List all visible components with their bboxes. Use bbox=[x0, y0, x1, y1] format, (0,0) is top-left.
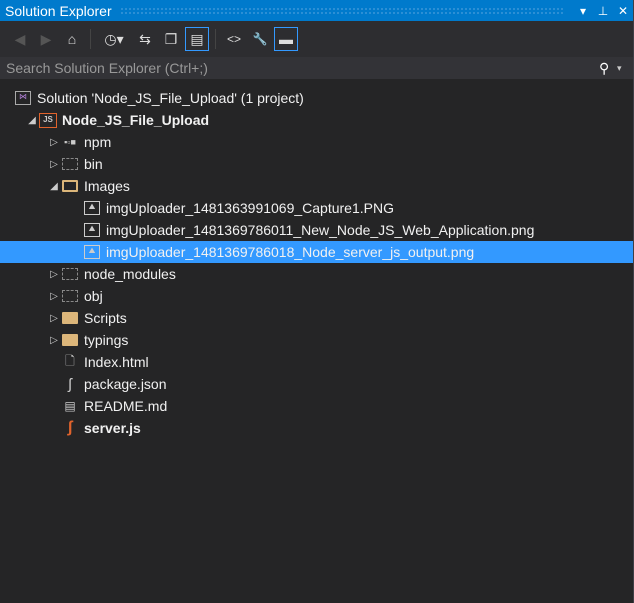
tree-item[interactable]: ▷ bin bbox=[0, 153, 633, 175]
tree-item-label: Images bbox=[84, 178, 130, 194]
home-button[interactable]: ⌂ bbox=[60, 27, 84, 51]
sync-with-document-button[interactable]: ⇆ bbox=[133, 27, 157, 51]
window-position-dropdown-icon[interactable]: ▾ bbox=[573, 4, 593, 18]
properties-button[interactable]: 🔧 bbox=[248, 27, 272, 51]
show-all-files-button[interactable]: ▤ bbox=[185, 27, 209, 51]
tree-item[interactable]: ⛰ imgUploader_1481363991069_Capture1.PNG bbox=[0, 197, 633, 219]
tree-item-label: typings bbox=[84, 332, 129, 348]
tree-item-label: Scripts bbox=[84, 310, 127, 326]
search-box[interactable]: Search Solution Explorer (Ctrl+;) ⚲ ▾ bbox=[0, 57, 633, 79]
tree-item[interactable]: ▷ ▪▫■ npm bbox=[0, 131, 633, 153]
tree-item-label: README.md bbox=[84, 398, 168, 414]
pending-changes-filter-button[interactable]: ◷▾ bbox=[97, 27, 131, 51]
tree-item[interactable]: ◢ JS Node_JS_File_Upload bbox=[0, 109, 633, 131]
tree-item-label: server.js bbox=[84, 420, 141, 436]
solution-icon: ⋈ bbox=[14, 90, 32, 106]
tree-item[interactable]: ⛰ imgUploader_1481369786011_New_Node_JS_W… bbox=[0, 219, 633, 241]
js-file-icon: ʃ bbox=[67, 419, 73, 436]
folder-icon bbox=[61, 310, 79, 326]
tree-item-label: node_modules bbox=[84, 266, 176, 282]
image-file-icon: ⛰ bbox=[83, 244, 101, 260]
tree-item[interactable]: ▤ README.md bbox=[0, 395, 633, 417]
panel-title: Solution Explorer bbox=[5, 2, 112, 19]
search-icon[interactable]: ⚲ bbox=[599, 60, 617, 77]
tree-item-label: imgUploader_1481369786011_New_Node_JS_We… bbox=[106, 222, 535, 238]
tree-item[interactable]: ▷ typings bbox=[0, 329, 633, 351]
toolbar: ◀ ▶ ⌂ ◷▾ ⇆ ❐ ▤ <> 🔧 ▬ bbox=[0, 21, 633, 57]
tree-item-label: Node_JS_File_Upload bbox=[62, 112, 210, 128]
pin-icon[interactable]: ⊥ bbox=[593, 4, 613, 18]
tree-item[interactable]: ◢ Images bbox=[0, 175, 633, 197]
tree-item[interactable]: 🗋 Index.html bbox=[0, 351, 633, 373]
expand-arrow-icon[interactable]: ▷ bbox=[48, 335, 60, 346]
forward-button[interactable]: ▶ bbox=[34, 27, 58, 51]
tree-item[interactable]: ▷ obj bbox=[0, 285, 633, 307]
tree-item[interactable]: ⋈ Solution 'Node_JS_File_Upload' (1 proje… bbox=[0, 87, 633, 109]
title-bar: Solution Explorer ▾ ⊥ ✕ bbox=[0, 0, 633, 21]
tree-item-label: npm bbox=[84, 134, 112, 150]
collapse-arrow-icon[interactable]: ◢ bbox=[26, 115, 38, 126]
preview-selected-items-button[interactable]: ▬ bbox=[274, 27, 298, 51]
hidden-folder-icon bbox=[61, 266, 79, 282]
folder-icon bbox=[61, 332, 79, 348]
html-file-icon: 🗋 bbox=[65, 353, 75, 368]
tree-item-label: Solution 'Node_JS_File_Upload' (1 projec… bbox=[37, 90, 304, 106]
toolbar-separator bbox=[90, 29, 91, 49]
tree-item[interactable]: ⛰ imgUploader_1481369786018_Node_server_j… bbox=[0, 241, 633, 263]
title-grip[interactable] bbox=[119, 7, 565, 14]
open-folder-icon bbox=[61, 178, 79, 194]
npm-icon: ▪▫■ bbox=[64, 137, 76, 147]
toolbar-separator bbox=[215, 29, 216, 49]
search-input[interactable]: Search Solution Explorer (Ctrl+;) bbox=[6, 60, 599, 76]
tree-item-label: package.json bbox=[84, 376, 167, 392]
tree-item[interactable]: ▷ node_modules bbox=[0, 263, 633, 285]
expand-arrow-icon[interactable]: ▷ bbox=[48, 291, 60, 302]
expand-arrow-icon[interactable]: ▷ bbox=[48, 313, 60, 324]
solution-tree: ⋈ Solution 'Node_JS_File_Upload' (1 proje… bbox=[0, 79, 633, 439]
js-project-icon: JS bbox=[39, 112, 57, 128]
expand-arrow-icon[interactable]: ▷ bbox=[48, 159, 60, 170]
back-button[interactable]: ◀ bbox=[8, 27, 32, 51]
view-code-button[interactable]: <> bbox=[222, 27, 246, 51]
hidden-folder-icon bbox=[61, 288, 79, 304]
tree-item-label: obj bbox=[84, 288, 103, 304]
tree-item-label: Index.html bbox=[84, 354, 149, 370]
hidden-folder-icon bbox=[61, 156, 79, 172]
expand-arrow-icon[interactable]: ▷ bbox=[48, 137, 60, 148]
tree-item[interactable]: ʃ server.js bbox=[0, 417, 633, 439]
tree-item-label: imgUploader_1481369786018_Node_server_js… bbox=[106, 244, 475, 260]
collapse-all-button[interactable]: ❐ bbox=[159, 27, 183, 51]
text-file-icon: ▤ bbox=[64, 399, 76, 413]
image-file-icon: ⛰ bbox=[83, 200, 101, 216]
tree-item-label: bin bbox=[84, 156, 103, 172]
search-options-dropdown-icon[interactable]: ▾ bbox=[617, 63, 633, 74]
tree-item[interactable]: ʃ package.json bbox=[0, 373, 633, 395]
tree-item-label: imgUploader_1481363991069_Capture1.PNG bbox=[106, 200, 394, 216]
collapse-arrow-icon[interactable]: ◢ bbox=[48, 181, 60, 192]
json-file-icon: ʃ bbox=[68, 375, 72, 393]
image-file-icon: ⛰ bbox=[83, 222, 101, 238]
close-icon[interactable]: ✕ bbox=[613, 4, 633, 18]
expand-arrow-icon[interactable]: ▷ bbox=[48, 269, 60, 280]
tree-item[interactable]: ▷ Scripts bbox=[0, 307, 633, 329]
